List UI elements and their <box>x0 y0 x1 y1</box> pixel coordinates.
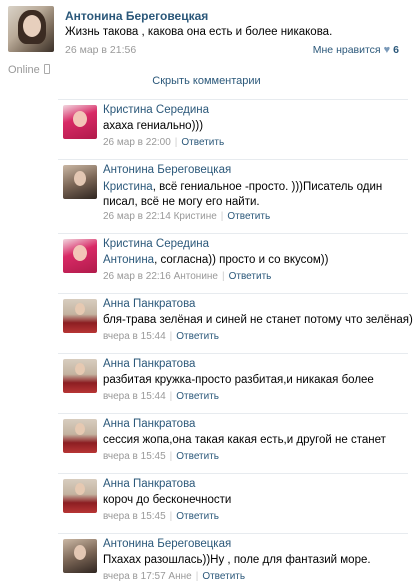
comment-meta: вчера в 17:57 Анне | Ответить <box>103 571 245 582</box>
commenter-avatar[interactable] <box>63 165 97 199</box>
comment-author-link[interactable]: Антонина Береговецкая <box>103 164 231 176</box>
comment-item: Анна Панкратова бля-трава зелёная и сине… <box>58 293 413 349</box>
mention-link[interactable]: Антонина <box>103 254 154 266</box>
comment-item: Кристина Середина Антонина, согласна)) п… <box>58 233 408 289</box>
like-label: Мне нравится <box>312 44 381 56</box>
mention-link[interactable]: Кристина <box>103 181 153 193</box>
comment-date[interactable]: вчера в 15:45 <box>103 511 166 522</box>
comment-author-link[interactable]: Антонина Береговецкая <box>103 538 231 550</box>
comment-item: Антонина Береговецкая Кристина, всё гени… <box>58 159 408 227</box>
comment-author-link[interactable]: Анна Панкратова <box>103 418 195 430</box>
comment-date[interactable]: 26 мар в 22:00 <box>103 137 171 148</box>
comment-meta: вчера в 15:44 | Ответить <box>103 391 219 402</box>
reply-link[interactable]: Ответить <box>227 211 270 222</box>
comment-body: бля-трава зелёная и синей не станет пото… <box>103 314 413 326</box>
comment-meta: 26 мар в 22:14 Кристине | Ответить <box>103 211 270 222</box>
comment-body: , согласна)) просто и со вкусом)) <box>154 254 329 266</box>
comment-text: короч до бесконечности <box>103 494 231 506</box>
comment-body: Пхахах разошлась))Ну , поле для фантазий… <box>103 554 371 566</box>
heart-icon: ♥ <box>383 44 391 56</box>
divider: | <box>169 451 173 462</box>
comment-meta: 26 мар в 22:00 | Ответить <box>103 137 224 148</box>
comment-item: Анна Панкратова разбитая кружка-просто р… <box>58 353 408 409</box>
commenter-avatar[interactable] <box>63 479 97 513</box>
comment-meta: вчера в 15:44 | Ответить <box>103 331 219 342</box>
reply-link[interactable]: Ответить <box>176 451 219 462</box>
comment-author-link[interactable]: Кристина Середина <box>103 238 209 250</box>
commenter-avatar[interactable] <box>63 419 97 453</box>
comment-text: ахаха гениально))) <box>103 120 203 132</box>
comment-body: короч до бесконечности <box>103 494 232 506</box>
comment-date[interactable]: вчера в 15:44 <box>103 331 166 342</box>
comment-body: сессия жопа,она такая какая есть,и друго… <box>103 434 386 446</box>
reply-link[interactable]: Ответить <box>229 271 272 282</box>
comment-date[interactable]: 26 мар в 22:16 Антонине <box>103 271 218 282</box>
author-avatar[interactable] <box>8 6 54 52</box>
comment-meta: вчера в 15:45 | Ответить <box>103 451 219 462</box>
comment-text: сессия жопа,она такая какая есть,и друго… <box>103 434 386 446</box>
commenter-avatar[interactable] <box>63 359 97 393</box>
comment-body: разбитая кружка-просто разбитая,и никака… <box>103 374 374 386</box>
divider: | <box>174 137 178 148</box>
comment-date[interactable]: вчера в 15:45 <box>103 451 166 462</box>
divider: | <box>195 571 199 582</box>
post-text: Жизнь такова , какова она есть и более н… <box>65 26 333 38</box>
avatar-face <box>23 15 41 37</box>
reply-link[interactable]: Ответить <box>181 137 224 148</box>
comment-author-link[interactable]: Анна Панкратова <box>103 478 195 490</box>
comment-date[interactable]: 26 мар в 22:14 Кристине <box>103 211 217 222</box>
comment-text: Пхахах разошлась))Ну , поле для фантазий… <box>103 554 371 566</box>
post-author-link[interactable]: Антонина Береговецкая <box>65 9 208 23</box>
like-button[interactable]: Мне нравится ♥ 6 <box>313 44 399 56</box>
reply-link[interactable]: Ответить <box>176 331 219 342</box>
commenter-avatar[interactable] <box>63 239 97 273</box>
comment-meta: вчера в 15:45 | Ответить <box>103 511 219 522</box>
reply-link[interactable]: Ответить <box>176 511 219 522</box>
divider: | <box>169 391 173 402</box>
post-date[interactable]: 26 мар в 21:56 <box>65 44 136 56</box>
comment-item: Анна Панкратова сессия жопа,она такая ка… <box>58 413 408 469</box>
comment-meta: 26 мар в 22:16 Антонине | Ответить <box>103 271 271 282</box>
like-count: 6 <box>393 44 399 56</box>
commenter-avatar[interactable] <box>63 299 97 333</box>
reply-link[interactable]: Ответить <box>176 391 219 402</box>
divider: | <box>169 331 173 342</box>
divider: | <box>169 511 173 522</box>
hide-comments-link[interactable]: Скрыть комментарии <box>0 75 413 87</box>
comment-text: разбитая кружка-просто разбитая,и никака… <box>103 374 374 386</box>
commenter-avatar[interactable] <box>63 539 97 573</box>
comment-text: Кристина, всё гениальное -просто. )))Пис… <box>103 180 403 210</box>
divider: | <box>220 211 224 222</box>
comment-date[interactable]: вчера в 17:57 Анне <box>103 571 192 582</box>
comment-date[interactable]: вчера в 15:44 <box>103 391 166 402</box>
comment-item: Кристина Середина ахаха гениально))) 26 … <box>58 99 408 155</box>
commenter-avatar[interactable] <box>63 105 97 139</box>
comment-text: Антонина, согласна)) просто и со вкусом)… <box>103 254 328 266</box>
divider: | <box>222 271 225 282</box>
comment-author-link[interactable]: Анна Панкратова <box>103 358 195 370</box>
comment-author-link[interactable]: Анна Панкратова <box>103 298 195 310</box>
comment-item: Анна Панкратова короч до бесконечности в… <box>58 473 408 529</box>
comment-item: Антонина Береговецкая Пхахах разошлась))… <box>58 533 408 583</box>
comment-text: бля-трава зелёная и синей не станет пото… <box>103 314 413 326</box>
wall-post: Online Антонина Береговецкая Жизнь таков… <box>0 0 413 87</box>
comment-author-link[interactable]: Кристина Середина <box>103 104 209 116</box>
comment-body: ахаха гениально))) <box>103 120 204 132</box>
reply-link[interactable]: Ответить <box>202 571 245 582</box>
mobile-phone-icon <box>43 64 50 74</box>
